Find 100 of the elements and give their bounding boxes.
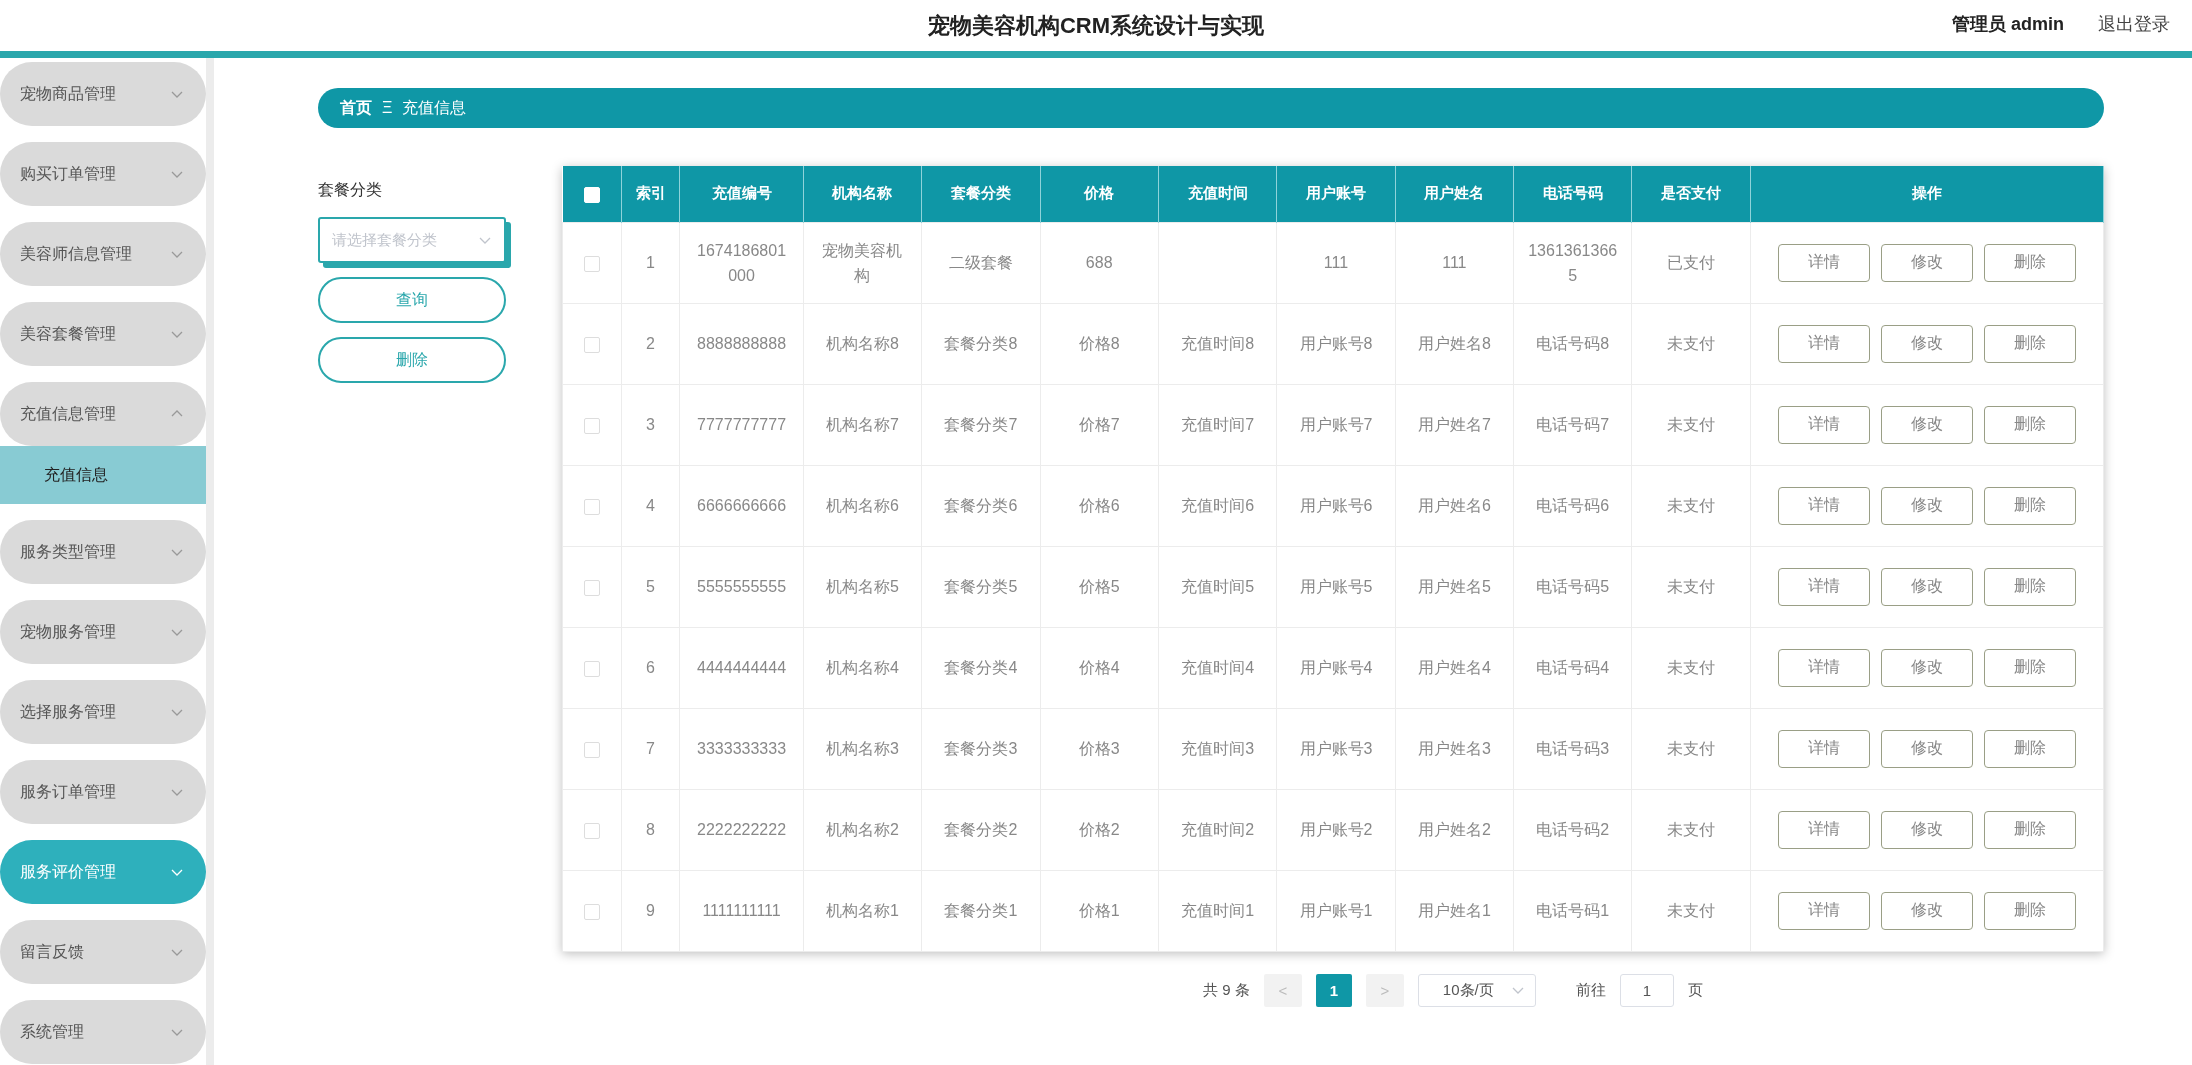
- row-checkbox[interactable]: [583, 336, 600, 353]
- delete-button[interactable]: 删除: [1983, 405, 2076, 444]
- delete-button[interactable]: 删除: [1983, 486, 2076, 525]
- sidebar-item[interactable]: 服务评价管理: [0, 840, 206, 904]
- table-cell: 3: [621, 384, 680, 465]
- table-cell: 套餐分类5: [921, 546, 1041, 627]
- sidebar-subitem[interactable]: 充值信息: [0, 446, 206, 504]
- query-button[interactable]: 查询: [318, 277, 506, 323]
- detail-button[interactable]: 详情: [1777, 891, 1870, 930]
- detail-button[interactable]: 详情: [1777, 648, 1870, 687]
- table-cell: 充值时间5: [1158, 546, 1277, 627]
- delete-button[interactable]: 删除: [1983, 810, 2076, 849]
- delete-button[interactable]: 删除: [1983, 891, 2076, 930]
- sidebar-item[interactable]: 美容套餐管理: [0, 302, 206, 366]
- table-cell: 用户账号7: [1276, 384, 1396, 465]
- sidebar-item[interactable]: 服务类型管理: [0, 520, 206, 584]
- table-cell: 电话号码7: [1513, 384, 1632, 465]
- row-checkbox[interactable]: [583, 903, 600, 920]
- table-cell: 价格7: [1040, 384, 1159, 465]
- sidebar-item[interactable]: 宠物服务管理: [0, 600, 206, 664]
- delete-button[interactable]: 删除: [1983, 648, 2076, 687]
- row-checkbox[interactable]: [583, 417, 600, 434]
- edit-button[interactable]: 修改: [1880, 243, 1973, 282]
- row-checkbox[interactable]: [583, 255, 600, 272]
- breadcrumb-home-link[interactable]: 首页: [340, 97, 372, 119]
- total-count: 共 9 条: [1203, 980, 1250, 1000]
- table-cell: 未支付: [1631, 708, 1751, 789]
- table-cell: 充值时间4: [1158, 627, 1277, 708]
- edit-button[interactable]: 修改: [1880, 405, 1973, 444]
- logout-link[interactable]: 退出登录: [2098, 12, 2170, 36]
- delete-button[interactable]: 删除: [1983, 567, 2076, 606]
- table-cell: 用户账号5: [1276, 546, 1396, 627]
- edit-button[interactable]: 修改: [1880, 891, 1973, 930]
- table-cell: 1111111111: [679, 870, 804, 951]
- table-cell: 7777777777: [679, 384, 804, 465]
- app-title: 宠物美容机构CRM系统设计与实现: [927, 11, 1265, 40]
- row-checkbox[interactable]: [583, 660, 600, 677]
- table-cell: 未支付: [1631, 546, 1751, 627]
- edit-button[interactable]: 修改: [1880, 810, 1973, 849]
- table-cell: 电话号码5: [1513, 546, 1632, 627]
- sidebar-item[interactable]: 充值信息管理: [0, 382, 206, 446]
- table-cell: 机构名称8: [803, 303, 922, 384]
- table-cell: 电话号码6: [1513, 465, 1632, 546]
- edit-button[interactable]: 修改: [1880, 324, 1973, 363]
- table-cell: 价格1: [1040, 870, 1159, 951]
- sidebar-item[interactable]: 留言反馈: [0, 920, 206, 984]
- edit-button[interactable]: 修改: [1880, 648, 1973, 687]
- detail-button[interactable]: 详情: [1777, 405, 1870, 444]
- table-cell: 电话号码8: [1513, 303, 1632, 384]
- sidebar-item[interactable]: 美容师信息管理: [0, 222, 206, 286]
- table-cell: 套餐分类6: [921, 465, 1041, 546]
- edit-button[interactable]: 修改: [1880, 486, 1973, 525]
- table-cell: 4: [621, 465, 680, 546]
- page-button[interactable]: 1: [1315, 973, 1352, 1007]
- table-cell: 价格5: [1040, 546, 1159, 627]
- detail-button[interactable]: 详情: [1777, 729, 1870, 768]
- table-cell: 机构名称6: [803, 465, 922, 546]
- table-cell: 电话号码4: [1513, 627, 1632, 708]
- detail-button[interactable]: 详情: [1777, 567, 1870, 606]
- goto-page-input[interactable]: 1: [1619, 973, 1674, 1007]
- column-header: 充值编号: [679, 166, 804, 222]
- detail-button[interactable]: 详情: [1777, 243, 1870, 282]
- delete-button[interactable]: 删除: [1983, 324, 2076, 363]
- table-cell: 套餐分类4: [921, 627, 1041, 708]
- select-all-checkbox[interactable]: [583, 186, 600, 203]
- table-cell: 1674186801000: [679, 222, 804, 303]
- delete-button[interactable]: 删除: [318, 337, 506, 383]
- table-cell: 充值时间3: [1158, 708, 1277, 789]
- column-header: 用户姓名: [1395, 166, 1514, 222]
- column-header: 是否支付: [1631, 166, 1751, 222]
- delete-button[interactable]: 删除: [1983, 243, 2076, 282]
- detail-button[interactable]: 详情: [1777, 810, 1870, 849]
- row-checkbox[interactable]: [583, 579, 600, 596]
- detail-button[interactable]: 详情: [1777, 324, 1870, 363]
- edit-button[interactable]: 修改: [1880, 567, 1973, 606]
- table-cell: 用户姓名8: [1395, 303, 1514, 384]
- table-cell: 111: [1276, 222, 1396, 303]
- detail-button[interactable]: 详情: [1777, 486, 1870, 525]
- table-cell: 3333333333: [679, 708, 804, 789]
- sidebar-item[interactable]: 购买订单管理: [0, 142, 206, 206]
- row-checkbox[interactable]: [583, 498, 600, 515]
- table-cell: 用户姓名6: [1395, 465, 1514, 546]
- row-checkbox[interactable]: [583, 822, 600, 839]
- sidebar-item[interactable]: 宠物商品管理: [0, 62, 206, 126]
- table-cell: 688: [1040, 222, 1159, 303]
- table-cell: 7: [621, 708, 680, 789]
- table-cell: 用户姓名1: [1395, 870, 1514, 951]
- table-cell: 用户账号3: [1276, 708, 1396, 789]
- table-cell: 6: [621, 627, 680, 708]
- sidebar-item[interactable]: 服务订单管理: [0, 760, 206, 824]
- row-checkbox[interactable]: [583, 741, 600, 758]
- sidebar-item[interactable]: 系统管理: [0, 1000, 206, 1064]
- delete-button[interactable]: 删除: [1983, 729, 2076, 768]
- column-header: 电话号码: [1513, 166, 1632, 222]
- user-label: 管理员 admin: [1952, 13, 2064, 36]
- edit-button[interactable]: 修改: [1880, 729, 1973, 768]
- column-header: 用户账号: [1276, 166, 1396, 222]
- sidebar-item[interactable]: 选择服务管理: [0, 680, 206, 744]
- column-header: 操作: [1750, 166, 2104, 222]
- page-size-select[interactable]: 10条/页: [1417, 973, 1536, 1007]
